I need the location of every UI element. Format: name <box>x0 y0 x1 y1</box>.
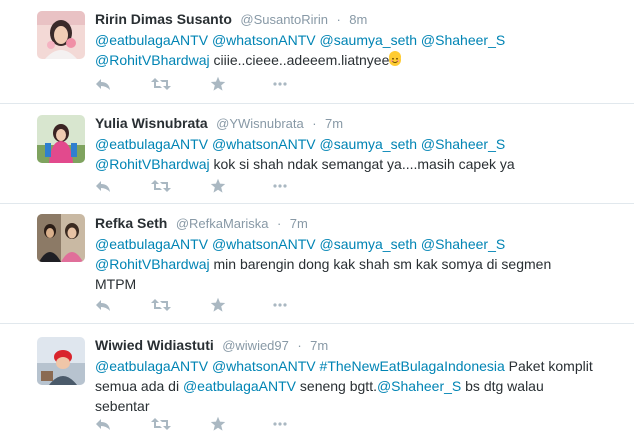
time-separator: · <box>276 216 282 231</box>
tweet-username[interactable]: @YWisnubrata <box>216 116 304 131</box>
tweet-timestamp[interactable]: 7m <box>310 338 328 353</box>
more-dots-icon[interactable] <box>272 178 292 194</box>
tweet-item[interactable]: Wiwied Widiastuti @wiwied97 · 7m @eatbul… <box>0 324 634 443</box>
favorite-star-icon[interactable] <box>210 178 230 194</box>
mention-link[interactable]: @RohitVBhardwaj <box>95 52 210 68</box>
mention-link[interactable]: @Shaheer_S <box>421 32 505 48</box>
tweet-header: Wiwied Widiastuti @wiwied97 · 7m <box>95 336 624 354</box>
tweet-timeline: Ririn Dimas Susanto @SusantoRirin · 8m @… <box>0 0 634 443</box>
tweet-username[interactable]: @wiwied97 <box>222 338 289 353</box>
reply-icon[interactable] <box>95 178 115 194</box>
avatar[interactable] <box>37 11 85 59</box>
time-separator: · <box>312 116 317 131</box>
avatar[interactable] <box>37 214 85 262</box>
tweet-username[interactable]: @RefkaMariska <box>176 216 269 231</box>
text-span: seneng bgtt. <box>296 378 377 394</box>
time-separator: · <box>336 12 341 27</box>
mention-link[interactable]: @eatbulagaANTV <box>95 358 208 374</box>
mention-link[interactable]: @whatsonANTV <box>212 136 316 152</box>
retweet-icon[interactable] <box>151 76 171 92</box>
tweet-timestamp[interactable]: 8m <box>349 12 367 27</box>
mention-link[interactable]: @eatbulagaANTV <box>183 378 296 394</box>
reply-icon[interactable] <box>95 297 115 313</box>
tweet-text: @eatbulagaANTV @whatsonANTV @saumya_seth… <box>95 134 624 174</box>
mention-link[interactable]: @RohitVBhardwaj <box>95 156 210 172</box>
tweet-item[interactable]: Yulia Wisnubrata @YWisnubrata · 7m @eatb… <box>0 104 634 204</box>
tweet-text: @eatbulagaANTV @whatsonANTV #TheNewEatBu… <box>95 356 624 416</box>
mention-link[interactable]: @whatsonANTV <box>212 358 316 374</box>
tweet-header: Refka Seth @RefkaMariska · 7m <box>95 214 624 232</box>
tweet-item[interactable]: Refka Seth @RefkaMariska · 7m @eatbulaga… <box>0 204 634 324</box>
text-span: bs dtg walau <box>461 378 544 394</box>
mention-link[interactable]: @eatbulagaANTV <box>95 236 208 252</box>
reply-icon[interactable] <box>95 76 115 92</box>
text-span: min barengin dong kak shah sm kak somya … <box>209 256 552 272</box>
text-span: MTPM <box>95 276 137 292</box>
mention-link[interactable]: @saumya_seth <box>320 32 417 48</box>
mention-link[interactable]: @eatbulagaANTV <box>95 136 208 152</box>
reply-icon[interactable] <box>95 416 115 432</box>
retweet-icon[interactable] <box>151 178 171 194</box>
tweet-text: @eatbulagaANTV @whatsonANTV @saumya_seth… <box>95 30 624 70</box>
mention-link[interactable]: @Shaheer_S <box>421 236 505 252</box>
tweet-author-name[interactable]: Wiwied Widiastuti <box>95 337 214 353</box>
mention-link[interactable]: @Shaheer_S <box>421 136 505 152</box>
tweet-header: Yulia Wisnubrata @YWisnubrata · 7m <box>95 114 624 132</box>
smiling-face-emoji-icon <box>389 51 402 66</box>
text-span: kok si shah ndak semangat ya....masih ca… <box>209 156 515 172</box>
retweet-icon[interactable] <box>151 297 171 313</box>
mention-link[interactable]: @whatsonANTV <box>212 32 316 48</box>
text-span: semua ada di <box>95 378 183 394</box>
mention-link[interactable]: @Shaheer_S <box>377 378 461 394</box>
text-span: Paket komplit <box>504 358 593 374</box>
hashtag-link[interactable]: #TheNewEatBulagaIndonesia <box>320 358 505 374</box>
mention-link[interactable]: @saumya_seth <box>320 236 417 252</box>
mention-link[interactable]: @RohitVBhardwaj <box>95 256 210 272</box>
tweet-author-name[interactable]: Yulia Wisnubrata <box>95 115 208 131</box>
retweet-icon[interactable] <box>151 416 171 432</box>
mention-link[interactable]: @whatsonANTV <box>212 236 316 252</box>
more-dots-icon[interactable] <box>272 416 292 432</box>
favorite-star-icon[interactable] <box>210 297 230 313</box>
tweet-author-name[interactable]: Refka Seth <box>95 215 167 231</box>
tweet-header: Ririn Dimas Susanto @SusantoRirin · 8m <box>95 10 624 28</box>
avatar[interactable] <box>37 115 85 163</box>
tweet-author-name[interactable]: Ririn Dimas Susanto <box>95 11 232 27</box>
more-dots-icon[interactable] <box>272 76 292 92</box>
tweet-text: @eatbulagaANTV @whatsonANTV @saumya_seth… <box>95 234 624 294</box>
avatar[interactable] <box>37 337 85 385</box>
mention-link[interactable]: @saumya_seth <box>320 136 417 152</box>
tweet-username[interactable]: @SusantoRirin <box>240 12 328 27</box>
tweet-timestamp[interactable]: 7m <box>325 116 343 131</box>
mention-link[interactable]: @eatbulagaANTV <box>95 32 208 48</box>
time-separator: · <box>297 338 302 353</box>
tweet-item[interactable]: Ririn Dimas Susanto @SusantoRirin · 8m @… <box>0 0 634 104</box>
text-span: ciiie..cieee..adeeem.liatnyee <box>209 52 390 68</box>
favorite-star-icon[interactable] <box>210 416 230 432</box>
favorite-star-icon[interactable] <box>210 76 230 92</box>
more-dots-icon[interactable] <box>272 297 292 313</box>
tweet-timestamp[interactable]: 7m <box>290 216 308 231</box>
text-span: sebentar <box>95 398 150 414</box>
